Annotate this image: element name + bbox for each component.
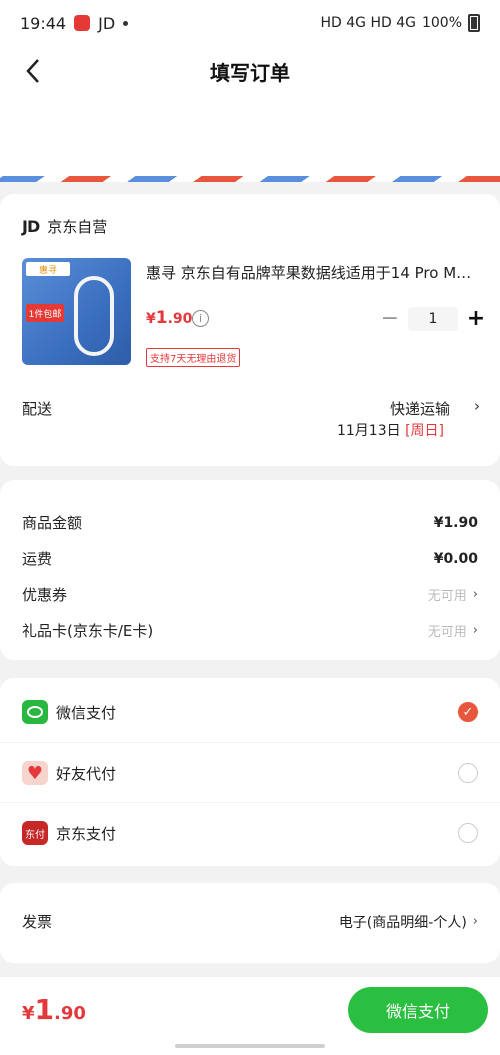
shop-header: JD 京东自营 <box>22 216 107 237</box>
envelope-border <box>0 176 500 182</box>
total-decimal: .90 <box>54 1003 86 1024</box>
cable-graphic <box>74 276 114 356</box>
summary-row-coupon[interactable]: 优惠券 无可用 › <box>22 584 478 605</box>
summary-card: 商品金额 ¥1.90 运费 ¥0.00 优惠券 无可用 › 礼品卡(京东卡/E卡… <box>0 480 500 660</box>
payment-option-wechat[interactable]: 微信支付 ✓ <box>22 700 478 724</box>
page-title: 填写订单 <box>210 60 290 85</box>
shipping-label: 配送 <box>22 400 53 418</box>
battery-icon <box>468 14 480 32</box>
quantity-input[interactable]: 1 <box>408 306 458 331</box>
summary-value: ¥1.90 <box>433 514 478 531</box>
price-currency: ¥ <box>146 311 156 327</box>
divider <box>0 742 500 743</box>
chevron-left-icon <box>26 59 39 83</box>
product-title[interactable]: 惠寻 京东自有品牌苹果数据线适用于14 Pro Max... <box>146 262 480 283</box>
divider <box>0 802 500 803</box>
friend-pay-icon <box>22 761 48 785</box>
product-image[interactable]: 惠寻 1件包邮 <box>22 258 131 365</box>
shipping-date: 11月13日 [周日] <box>337 420 444 440</box>
info-icon[interactable]: i <box>192 310 209 327</box>
image-badge: 1件包邮 <box>26 304 64 322</box>
radio-unselected[interactable] <box>458 763 478 783</box>
notification-dot-icon <box>123 20 129 26</box>
summary-value: ¥0.00 <box>433 550 478 567</box>
payment-label: 好友代付 <box>56 764 117 783</box>
status-bar: 19:44 JD HD 4G HD 4G 100% <box>0 0 500 46</box>
price-decimal: .90 <box>167 311 193 327</box>
summary-label: 优惠券 <box>22 586 68 604</box>
invoice-card[interactable]: 发票 电子(商品明细-个人) › <box>0 883 500 963</box>
invoice-row[interactable]: 发票 电子(商品明细-个人) › <box>22 911 478 932</box>
radio-selected[interactable]: ✓ <box>458 702 478 722</box>
payment-option-jd[interactable]: 东付 京东支付 <box>22 821 478 845</box>
invoice-label: 发票 <box>22 913 53 931</box>
radio-unselected[interactable] <box>458 823 478 843</box>
battery-percent: 100% <box>421 15 462 31</box>
network-indicator: HD 4G HD 4G <box>320 15 416 31</box>
summary-row-giftcard[interactable]: 礼品卡(京东卡/E卡) 无可用 › <box>22 620 478 641</box>
back-button[interactable] <box>18 56 48 86</box>
order-total: ¥1.90 <box>22 993 86 1026</box>
image-brand-label: 惠寻 <box>26 262 70 276</box>
return-policy-tag: 支持7天无理由退货 <box>146 348 241 367</box>
summary-row-goods: 商品金额 ¥1.90 <box>22 512 478 533</box>
quantity-stepper: − 1 + <box>378 306 488 331</box>
product-price: ¥1.90 <box>146 308 192 328</box>
price-integer: 1 <box>155 308 168 328</box>
chevron-right-icon: › <box>472 914 478 929</box>
home-indicator[interactable] <box>175 1044 325 1048</box>
carrier-label: JD <box>98 13 116 33</box>
chevron-right-icon: › <box>472 623 478 638</box>
jd-pay-icon: 东付 <box>22 821 48 845</box>
summary-row-shipping: 运费 ¥0.00 <box>22 548 478 569</box>
wechat-icon <box>22 700 48 724</box>
summary-value: 无可用 <box>427 625 467 640</box>
chevron-right-icon[interactable]: › <box>474 397 480 415</box>
nav-bar: 填写订单 <box>0 46 500 96</box>
shop-card: JD 京东自营 惠寻 1件包邮 惠寻 京东自有品牌苹果数据线适用于14 Pro … <box>0 194 500 466</box>
payment-option-friend[interactable]: 好友代付 <box>22 761 478 785</box>
submit-payment-button[interactable]: 微信支付 <box>348 987 488 1033</box>
decrease-button[interactable]: − <box>378 306 402 331</box>
shipping-method[interactable]: 快递运输 <box>390 398 450 419</box>
chevron-right-icon: › <box>472 587 478 602</box>
address-card[interactable] <box>0 96 500 182</box>
summary-label: 运费 <box>22 550 53 568</box>
shipping-day: [周日] <box>405 423 444 439</box>
invoice-value: 电子(商品明细-个人) <box>338 914 467 931</box>
summary-value: 无可用 <box>427 589 467 604</box>
payment-card: 微信支付 ✓ 好友代付 东付 京东支付 <box>0 678 500 866</box>
summary-label: 商品金额 <box>22 514 83 532</box>
increase-button[interactable]: + <box>464 306 488 331</box>
app-notification-icon <box>74 15 91 31</box>
total-currency: ¥ <box>22 1003 35 1024</box>
total-integer: 1 <box>34 993 55 1026</box>
shipping-date-text: 11月13日 <box>336 423 401 439</box>
shop-name: 京东自营 <box>47 218 108 236</box>
payment-label: 微信支付 <box>56 703 117 722</box>
jd-logo-icon: JD <box>22 217 40 236</box>
payment-label: 京东支付 <box>56 824 117 843</box>
status-time: 19:44 <box>20 13 67 33</box>
summary-label: 礼品卡(京东卡/E卡) <box>22 622 154 640</box>
